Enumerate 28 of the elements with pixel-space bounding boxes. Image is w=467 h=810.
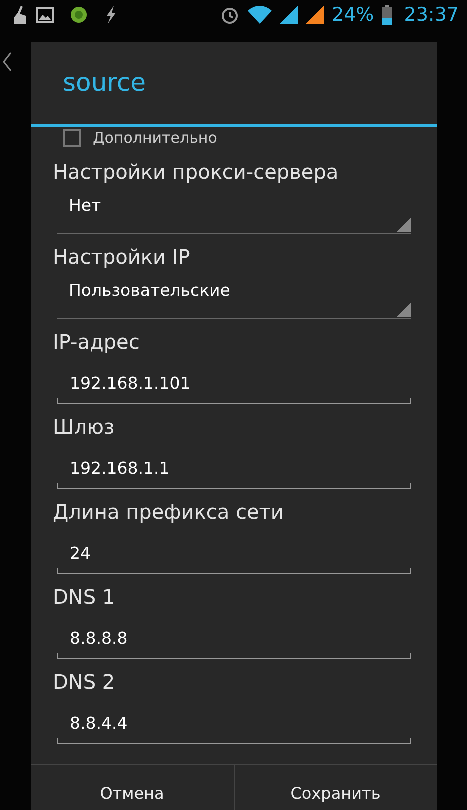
field-label: DNS 2 [53,669,116,696]
corner-triangle-icon [397,303,411,317]
dialog-title: source [31,42,437,127]
dropdown[interactable]: Нет [57,191,411,234]
field-label: IP-адрес [53,329,141,356]
image-icon [36,7,54,23]
checkbox[interactable] [63,129,81,147]
signal-icon [306,6,324,24]
back-icon[interactable] [2,52,12,72]
signal-icon [280,6,298,24]
dialog-button[interactable]: Отмена [31,765,234,810]
corner-triangle-icon [397,218,411,232]
field-label: Длина префикса сети [53,499,285,526]
battery-percent: 24% [332,2,374,28]
broom-icon [12,6,28,24]
flash-icon [104,6,118,24]
field-label: Шлюз [53,414,116,441]
battery-icon [382,5,392,25]
wifi-icon [248,6,272,24]
bug-icon [70,6,88,24]
checkbox-label: Дополнительно [93,128,218,149]
field-label: DNS 1 [53,584,116,611]
dialog-button[interactable]: Сохранить [234,765,437,810]
dropdown[interactable]: Пользовательские [57,276,411,319]
field-label: Настройки IP [53,244,192,271]
clock: 23:37 [404,2,459,28]
alarm-icon [220,5,240,25]
field-label: Настройки прокси-сервера [53,159,340,186]
